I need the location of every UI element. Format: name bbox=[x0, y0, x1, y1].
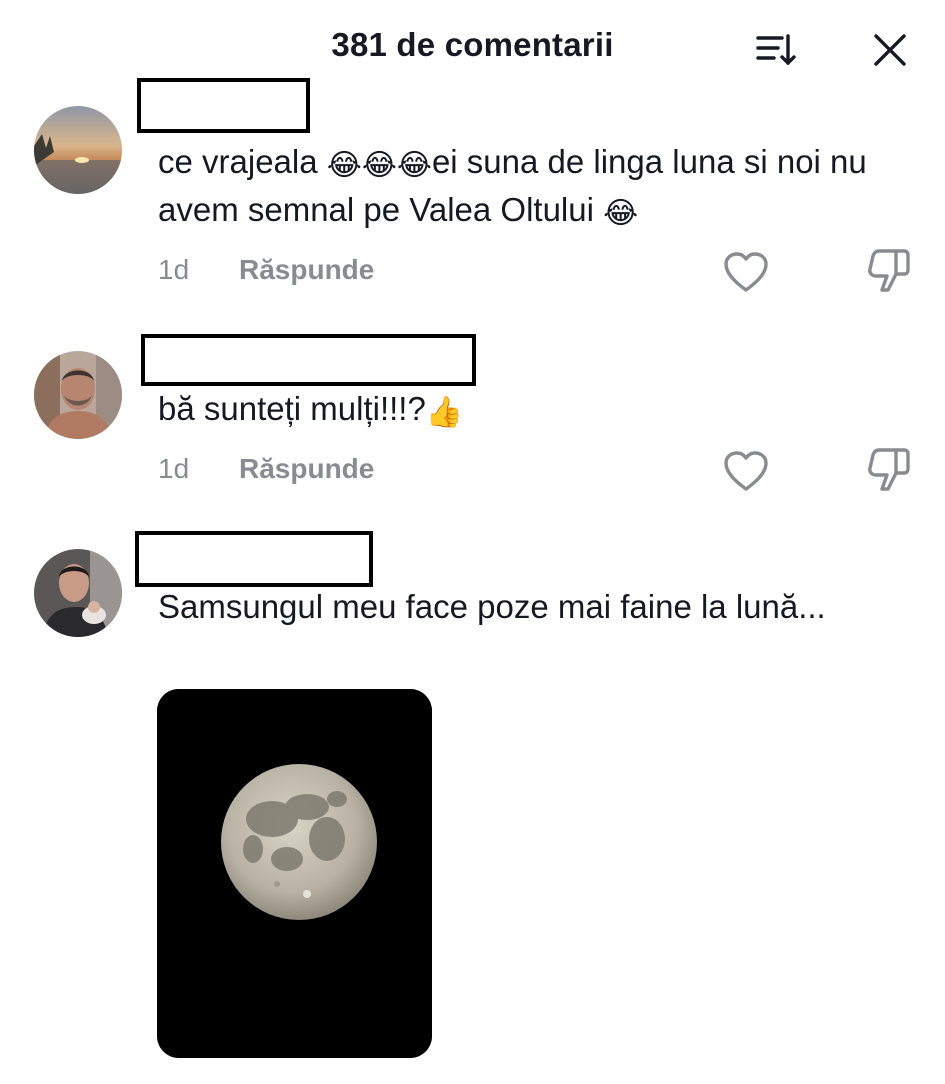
close-icon bbox=[874, 34, 906, 66]
like-button[interactable] bbox=[722, 250, 770, 294]
like-button[interactable] bbox=[722, 449, 770, 493]
avatar[interactable] bbox=[34, 351, 122, 439]
comment-text: ce vrajeala 😂😂😂ei suna de linga luna si … bbox=[158, 138, 898, 234]
comment-text: Samsungul meu face poze mai faine la lun… bbox=[158, 588, 826, 625]
thumbs-up-emoji: 👍 bbox=[425, 395, 464, 430]
sort-icon bbox=[756, 34, 796, 66]
username-redacted bbox=[135, 531, 373, 587]
comment-text: bă sunteți mulți!!!?👍 bbox=[158, 385, 898, 433]
sort-button[interactable] bbox=[752, 30, 800, 70]
dislike-button[interactable] bbox=[862, 445, 914, 493]
moon-photo[interactable] bbox=[157, 689, 432, 1058]
comment-time: 1d bbox=[158, 254, 190, 285]
heart-icon bbox=[724, 451, 768, 491]
comment-text-part: ce vrajeala bbox=[158, 143, 327, 180]
avatar[interactable] bbox=[34, 106, 122, 194]
laughing-emoji: 😂 bbox=[603, 196, 639, 231]
moon-icon bbox=[157, 689, 432, 1058]
comment-time: 1d bbox=[158, 453, 190, 484]
man-avatar bbox=[34, 351, 122, 439]
reply-button[interactable]: Răspunde bbox=[239, 453, 374, 485]
comment-text-part: bă sunteți mulți!!!? bbox=[158, 390, 426, 427]
close-button[interactable] bbox=[870, 30, 910, 70]
reply-button[interactable]: Răspunde bbox=[239, 254, 374, 286]
dislike-button[interactable] bbox=[862, 246, 914, 294]
comments-count-title: 381 de comentarii bbox=[331, 26, 614, 63]
sunset-avatar bbox=[34, 106, 122, 194]
man-with-baby-avatar bbox=[34, 549, 122, 637]
comments-sheet: 381 de comentarii ce vrajeala 😂😂😂ei suna… bbox=[0, 0, 945, 1084]
heart-icon bbox=[724, 252, 768, 292]
username-redacted bbox=[137, 78, 310, 133]
laughing-emoji: 😂😂😂 bbox=[326, 148, 432, 183]
thumbs-down-icon bbox=[868, 249, 910, 292]
username-redacted bbox=[141, 334, 476, 386]
thumbs-down-icon bbox=[868, 448, 910, 491]
avatar[interactable] bbox=[34, 549, 122, 637]
